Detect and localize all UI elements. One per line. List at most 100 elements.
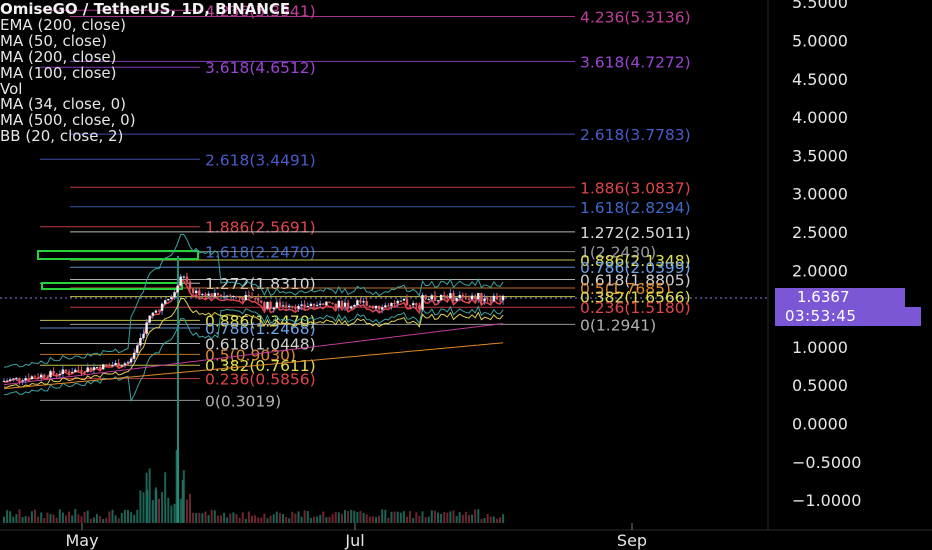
volume-bar — [409, 510, 412, 523]
volume-bar — [96, 514, 98, 523]
candle-body — [210, 293, 213, 297]
volume-bar — [291, 511, 294, 523]
fib-level-label: 2.618(3.4491) — [205, 151, 316, 169]
candle-body — [446, 295, 449, 299]
candle-body — [362, 301, 365, 303]
volume-bar — [483, 518, 486, 523]
volume-bar — [399, 512, 402, 523]
candle-body — [501, 295, 505, 301]
indicator-ma-100[interactable]: MA (100, close) — [0, 65, 290, 82]
candle-body — [421, 295, 424, 310]
volume-bar — [269, 515, 272, 523]
candle-body — [120, 365, 123, 367]
volume-bar — [151, 499, 154, 523]
candle-body — [207, 293, 210, 296]
candle-body — [281, 305, 285, 307]
candle-body — [216, 292, 220, 296]
fib-level-label: 1.272(2.5011) — [580, 224, 691, 242]
candle-body — [288, 305, 291, 307]
volume-bar — [350, 509, 353, 523]
candle-body — [238, 296, 241, 298]
candle-body — [52, 371, 55, 374]
volume-bar — [210, 509, 213, 523]
candle-body — [244, 295, 247, 301]
candle-body — [77, 369, 80, 371]
volume-bar — [142, 492, 145, 523]
volume-bar — [294, 513, 297, 523]
volume-bar — [474, 509, 477, 523]
volume-bar — [130, 512, 133, 523]
volume-bar — [424, 517, 427, 523]
candle-body — [102, 364, 105, 370]
volume-bar — [458, 512, 461, 523]
volume-bar — [254, 515, 257, 523]
volume-bar — [74, 509, 77, 523]
candle-body — [461, 294, 464, 298]
volume-bar — [356, 511, 359, 523]
volume-bar — [89, 518, 92, 523]
candle-body — [195, 290, 198, 294]
volume-bar — [68, 511, 71, 523]
candle-body — [477, 293, 480, 300]
volume-bar — [319, 515, 322, 523]
candle-body — [133, 352, 136, 359]
volume-bar — [34, 509, 36, 523]
volume-bar — [362, 513, 365, 523]
volume-bar — [99, 516, 102, 523]
volume-bar — [455, 516, 458, 523]
volume-bar — [396, 511, 399, 523]
volume-bar — [185, 499, 188, 523]
y-tick-label: −1.0000 — [792, 491, 861, 510]
candle-body — [201, 294, 204, 296]
volume-bar — [61, 512, 64, 523]
fib-level-label: 1.618(2.8294) — [580, 199, 691, 217]
volume-bar — [179, 498, 182, 523]
candle-body — [83, 371, 86, 373]
candle-body — [291, 305, 294, 307]
indicator-bb-20[interactable]: BB (20, close, 2) — [0, 128, 290, 145]
candle-body — [306, 306, 309, 308]
fib-level-label: 0.236(0.5856) — [205, 371, 316, 389]
candle-body — [253, 298, 257, 300]
x-tick-label: May — [65, 531, 98, 550]
volume-bar — [49, 514, 52, 523]
fib-level-label: 0(1.2941) — [580, 316, 656, 334]
volume-bar — [371, 516, 374, 523]
volume-bar — [189, 493, 191, 523]
volume-bar — [306, 511, 309, 523]
volume-bar — [83, 512, 86, 523]
candle-body — [300, 304, 303, 306]
fib-level-label: 1.886(2.5691) — [205, 219, 316, 237]
candle-body — [9, 379, 12, 381]
candle-body — [443, 294, 446, 296]
y-tick-label: 2.0000 — [792, 261, 848, 280]
candle-body — [71, 372, 74, 374]
candle-body — [105, 364, 108, 366]
candle-body — [160, 303, 164, 311]
volume-bar — [108, 511, 111, 523]
y-tick-label: 4.0000 — [792, 108, 848, 127]
candle-body — [266, 301, 269, 309]
volume-bar — [92, 517, 95, 523]
candle-body — [2, 380, 6, 382]
candle-body — [64, 369, 68, 372]
volume-bar — [297, 511, 300, 523]
volume-bar — [260, 517, 263, 523]
candle-body — [495, 295, 499, 300]
volume-bar — [164, 472, 167, 523]
volume-bar — [127, 510, 129, 523]
candle-body — [108, 364, 111, 366]
volume-bar — [220, 515, 222, 523]
candle-body — [269, 301, 272, 310]
volume-bar — [285, 516, 288, 523]
candle-body — [449, 293, 452, 299]
candle-body — [36, 377, 40, 379]
candle-body — [483, 298, 486, 302]
fib-level-label: 3.618(4.7272) — [580, 53, 691, 71]
volume-spike — [154, 490, 158, 523]
candle-body — [498, 299, 502, 301]
volume-bar — [37, 516, 40, 523]
y-tick-label: 3.5000 — [792, 146, 848, 165]
candle-body — [250, 296, 254, 299]
candle-body — [263, 302, 266, 309]
